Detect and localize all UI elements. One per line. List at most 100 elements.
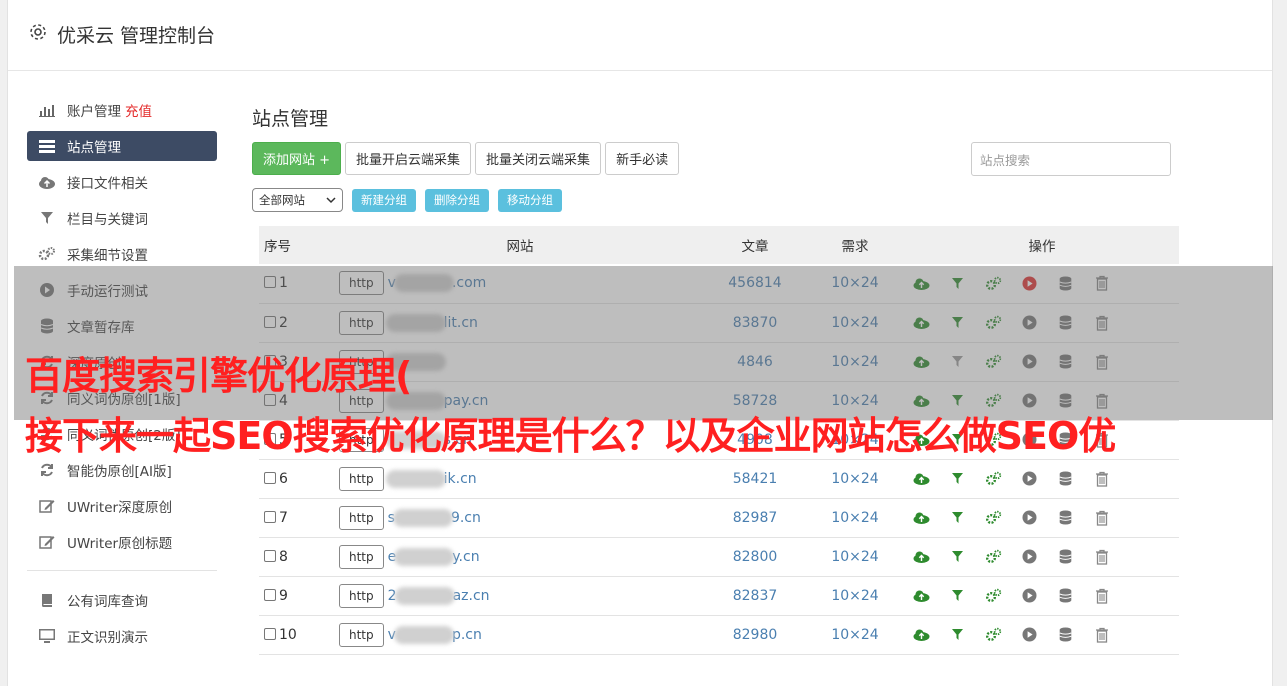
row-articles[interactable]: 82837 [705,576,805,615]
row-articles[interactable]: 82987 [705,498,805,537]
play-icon[interactable] [1021,509,1038,526]
gears-icon[interactable] [985,548,1002,565]
filter-icon[interactable] [949,470,966,487]
filter-icon[interactable] [949,509,966,526]
cloud-upload-icon[interactable] [913,626,930,643]
cloud-upload-icon[interactable] [913,548,930,565]
row-index-cell: 7 [259,498,335,537]
header-index: 序号 [264,239,291,255]
site-link[interactable]: ik.cn [385,469,477,488]
row-ops [905,459,1179,498]
guide-button[interactable]: 新手必读 [605,142,680,175]
row-ops [905,615,1179,654]
row-need[interactable]: 10×24 [805,459,905,498]
overlay-headline: 百度搜索引擎优化原理( [25,354,412,398]
header-need: 需求 [841,239,869,255]
header-site: 网站 [506,239,534,255]
group-select[interactable]: 全部网站 [252,188,343,212]
sidebar-item-columns[interactable]: 栏目与关键词 [27,200,217,236]
trash-icon[interactable] [1093,626,1110,643]
redacted-domain [394,547,455,566]
row-need[interactable]: 10×24 [805,537,905,576]
row-checkbox[interactable] [264,471,276,484]
row-need[interactable]: 10×24 [805,498,905,537]
move-group-button[interactable]: 移动分组 [498,188,562,212]
row-articles[interactable]: 82800 [705,537,805,576]
trash-icon[interactable] [1093,548,1110,565]
filter-icon [38,210,56,226]
row-checkbox[interactable] [264,510,276,523]
row-index: 6 [279,470,288,487]
top-bar: 优采云 管理控制台 [8,0,1272,71]
gears-icon[interactable] [985,470,1002,487]
sidebar-item-word-lookup[interactable]: 公有词库查询 [27,582,217,618]
sidebar-item-label: 站点管理 [67,140,121,156]
database-icon[interactable] [1057,548,1074,565]
gears-icon[interactable] [985,587,1002,604]
protocol-badge: http [339,622,384,647]
trash-icon[interactable] [1093,509,1110,526]
sidebar-item-text-detect[interactable]: 正文识别演示 [27,618,217,654]
redacted-domain [385,469,446,488]
sidebar-item-uwriter-deep[interactable]: UWriter深度原创 [27,488,217,524]
row-checkbox[interactable] [264,549,276,562]
add-site-button[interactable]: 添加网站 + [252,142,342,175]
cloud-upload-icon[interactable] [913,509,930,526]
redacted-domain [392,508,453,527]
cloud-upload-icon [38,174,56,190]
row-index: 8 [279,548,288,565]
new-group-button[interactable]: 新建分组 [352,188,416,212]
row-articles[interactable]: 58421 [705,459,805,498]
database-icon[interactable] [1057,587,1074,604]
edit-icon [38,534,56,550]
batch-open-button[interactable]: 批量开启云端采集 [345,142,472,175]
sidebar-item-interface[interactable]: 接口文件相关 [27,164,217,200]
site-link[interactable]: e y.cn [388,547,480,566]
monitor-icon [38,628,56,644]
book-icon [38,592,56,608]
trash-icon[interactable] [1093,587,1110,604]
site-link[interactable]: 2 az.cn [388,586,490,605]
table-row: 7 http s 9.cn 82987 10×24 [259,498,1179,537]
filter-icon[interactable] [949,587,966,604]
database-icon[interactable] [1057,626,1074,643]
play-icon[interactable] [1021,548,1038,565]
play-icon[interactable] [1021,470,1038,487]
site-suffix: y.cn [452,548,480,565]
gears-icon[interactable] [985,626,1002,643]
batch-close-button[interactable]: 批量关闭云端采集 [475,142,602,175]
site-search-input[interactable]: 站点搜索 [971,142,1171,176]
row-index: 10 [279,626,297,643]
delete-group-button[interactable]: 删除分组 [425,188,489,212]
sidebar-item-uwriter-title[interactable]: UWriter原创标题 [27,524,217,560]
filter-icon[interactable] [949,626,966,643]
row-index-cell: 6 [259,459,335,498]
sidebar-item-account[interactable]: 账户管理 充值 [27,92,217,128]
recharge-link[interactable]: 充值 [125,100,152,120]
table-row: 8 http e y.cn 82800 10×24 [259,537,1179,576]
database-icon[interactable] [1057,509,1074,526]
row-articles[interactable]: 82980 [705,615,805,654]
toolbar: 添加网站 + 批量开启云端采集 批量关闭云端采集 新手必读 [252,142,680,175]
gears-icon[interactable] [985,509,1002,526]
row-need[interactable]: 10×24 [805,576,905,615]
trash-icon[interactable] [1093,470,1110,487]
site-suffix: ik.cn [443,470,477,487]
row-checkbox[interactable] [264,627,276,640]
row-need[interactable]: 10×24 [805,615,905,654]
play-icon[interactable] [1021,587,1038,604]
database-icon[interactable] [1057,470,1074,487]
row-index: 9 [279,587,288,604]
cloud-upload-icon[interactable] [913,587,930,604]
row-checkbox[interactable] [264,588,276,601]
protocol-badge: http [339,466,384,491]
play-icon[interactable] [1021,626,1038,643]
row-index-cell: 8 [259,537,335,576]
site-link[interactable]: s 9.cn [388,508,481,527]
sidebar-item-sites[interactable]: 站点管理 [27,131,217,161]
sidebar-item-label: UWriter深度原创 [67,500,173,516]
cloud-upload-icon[interactable] [913,470,930,487]
filter-icon[interactable] [949,548,966,565]
sidebar-item-label: 接口文件相关 [67,176,148,192]
site-link[interactable]: v p.cn [388,625,482,644]
